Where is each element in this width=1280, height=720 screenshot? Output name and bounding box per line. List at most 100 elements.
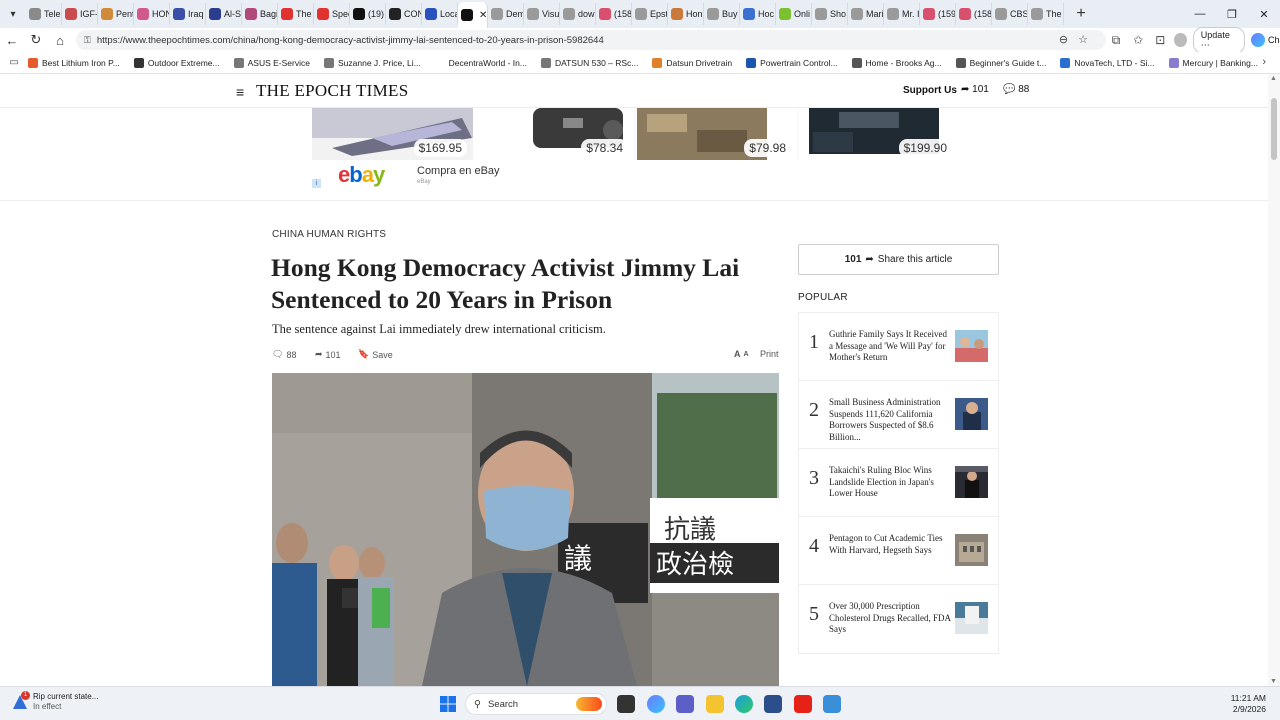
tab[interactable]: (158 [956, 3, 992, 25]
windows-start-icon[interactable] [440, 696, 456, 712]
popular-thumbnail[interactable] [955, 398, 988, 430]
bookmark-item[interactable]: Powertrain Control... [746, 57, 838, 68]
store-icon[interactable] [764, 695, 782, 713]
tab[interactable]: IGF- [62, 3, 98, 25]
site-info-icon[interactable]: ⚿ [84, 35, 91, 46]
popular-title[interactable]: Pentagon to Cut Academic Ties With Harva… [829, 533, 951, 556]
tab[interactable]: Mari [848, 3, 884, 25]
save-button[interactable]: 🔖 Save [358, 349, 393, 360]
tab[interactable]: Tele [26, 3, 62, 25]
popular-item[interactable]: 5 Over 30,000 Prescription Cholesterol D… [799, 585, 998, 653]
tab[interactable]: Epst [632, 3, 668, 25]
tab[interactable]: CON [386, 3, 422, 25]
bookmark-item[interactable]: Suzanne J. Price, Li... [323, 57, 421, 68]
popular-item[interactable]: 3 Takaichi's Ruling Bloc Wins Landslide … [799, 449, 998, 517]
tab[interactable]: dow [560, 3, 596, 25]
popular-item[interactable]: 1 Guthrie Family Says It Received a Mess… [799, 313, 998, 381]
weather-widget[interactable]: 1 Rip current state... In effect [12, 691, 98, 712]
tab[interactable]: Buy [704, 3, 740, 25]
reading-list-icon[interactable]: ▭ [0, 57, 28, 68]
refresh-icon[interactable]: ↻ [24, 28, 48, 52]
read-aloud-icon[interactable]: ⊖ [1059, 34, 1078, 46]
tab[interactable]: Spec [314, 3, 350, 25]
tab[interactable]: CBS [992, 3, 1028, 25]
system-clock[interactable]: 11:21 AM 2/9/2026 [1231, 693, 1266, 715]
tab[interactable]: HON [134, 3, 170, 25]
minimize-icon[interactable]: — [1184, 0, 1216, 28]
tab-actions-menu-icon[interactable]: ▾ [0, 0, 26, 28]
popular-thumbnail[interactable] [955, 534, 988, 566]
comments-button[interactable]: 🗨 88 [272, 349, 296, 360]
bookmark-item[interactable]: Datsun Drivetrain [652, 57, 732, 68]
page-scrollbar[interactable]: ▲ ▼ [1268, 74, 1280, 686]
hero-image[interactable]: 抗議 政治檢 議 [272, 373, 779, 686]
ad-text[interactable]: Compra en eBay [417, 165, 500, 177]
tab[interactable]: Sho [812, 3, 848, 25]
teams-icon[interactable] [676, 695, 694, 713]
tab[interactable]: Mr. I [884, 3, 920, 25]
scroll-down-icon[interactable]: ▼ [1270, 678, 1277, 685]
tab[interactable]: Iraq [170, 3, 206, 25]
tab[interactable]: The [1028, 3, 1064, 25]
popular-title[interactable]: Takaichi's Ruling Bloc Wins Landslide El… [829, 465, 951, 500]
popular-item[interactable]: 2 Small Business Administration Suspends… [799, 381, 998, 449]
bookmark-item[interactable]: Home - Brooks Ag... [851, 57, 942, 68]
tab-active[interactable]: ✕ [458, 2, 488, 28]
bookmarks-overflow-icon[interactable]: › [1262, 56, 1266, 68]
extensions-icon[interactable]: ⧉ [1108, 33, 1124, 48]
share-article-button[interactable]: 101 ➦ Share this article [798, 244, 999, 275]
ad-product-4[interactable]: $199.90 [799, 108, 958, 160]
tab[interactable]: Al-S [206, 3, 242, 25]
new-tab-button[interactable]: + [1070, 3, 1092, 25]
tab[interactable]: Dem [488, 3, 524, 25]
share-button[interactable]: ➦ 101 [315, 349, 341, 360]
url-text[interactable]: https://www.theepochtimes.com/china/hong… [97, 35, 604, 46]
tab[interactable]: (159 [920, 3, 956, 25]
copilot-chat-button[interactable]: Chat [1251, 33, 1280, 47]
popular-title[interactable]: Small Business Administration Suspends 1… [829, 397, 951, 443]
task-view-icon[interactable] [617, 695, 635, 713]
tab[interactable]: Hon [668, 3, 704, 25]
text-size-icon[interactable]: AA [734, 349, 749, 359]
file-explorer-icon[interactable] [706, 695, 724, 713]
tab[interactable]: (19) [350, 3, 386, 25]
bookmark-item[interactable]: Beginner's Guide t... [955, 57, 1046, 68]
ad-product-3[interactable]: $79.98 [637, 108, 797, 160]
restore-icon[interactable]: ❐ [1216, 0, 1248, 28]
ad-info-icon[interactable]: i [312, 179, 321, 188]
ad-product-2[interactable]: $78.34 [473, 108, 634, 160]
bookmark-item[interactable]: Best Lithium Iron P... [28, 57, 120, 68]
menu-icon[interactable]: ≡ [236, 84, 244, 100]
home-icon[interactable]: ⌂ [48, 28, 72, 52]
bookmark-item[interactable]: DATSUN 530 – RSc... [540, 57, 638, 68]
bookmark-item[interactable]: Mercury | Banking... [1168, 57, 1258, 68]
tab[interactable]: The [278, 3, 314, 25]
copilot-app-icon[interactable] [647, 695, 665, 713]
tab[interactable]: Visu [524, 3, 560, 25]
back-icon[interactable]: ← [0, 28, 24, 52]
address-bar[interactable]: ⚿ https://www.theepochtimes.com/china/ho… [76, 30, 1106, 50]
ad-product-1[interactable]: $169.95 [312, 108, 473, 160]
bookmark-item[interactable]: Outdoor Extreme... [133, 57, 220, 68]
article-category[interactable]: CHINA HUMAN RIGHTS [272, 229, 386, 240]
tab[interactable]: (158 [596, 3, 632, 25]
tab[interactable]: Bagi [242, 3, 278, 25]
support-us-link[interactable]: Support Us [903, 85, 957, 96]
popular-item[interactable]: 4 Pentagon to Cut Academic Ties With Har… [799, 517, 998, 585]
tab[interactable]: Pent [98, 3, 134, 25]
scrollbar-thumb[interactable] [1271, 98, 1277, 160]
edge-icon[interactable] [735, 695, 753, 713]
tab-close-icon[interactable]: ✕ [479, 10, 487, 21]
print-button[interactable]: Print [760, 349, 779, 359]
header-comments-button[interactable]: 💬 88 [1003, 84, 1029, 95]
photos-icon[interactable] [823, 695, 841, 713]
collections-icon[interactable]: ⊡ [1152, 33, 1168, 47]
ad-banner[interactable]: $169.95 $78.34 $79.98 $199.90 i ebay Com… [312, 108, 958, 190]
youtube-icon[interactable] [794, 695, 812, 713]
bookmark-item[interactable]: ASUS E-Service [233, 57, 310, 68]
close-window-icon[interactable]: ✕ [1248, 0, 1280, 28]
tab[interactable]: Hoc [740, 3, 776, 25]
popular-thumbnail[interactable] [955, 602, 988, 634]
popular-title[interactable]: Guthrie Family Says It Received a Messag… [829, 329, 951, 364]
bookmark-item[interactable]: DecentraWorld - In... [434, 57, 527, 68]
